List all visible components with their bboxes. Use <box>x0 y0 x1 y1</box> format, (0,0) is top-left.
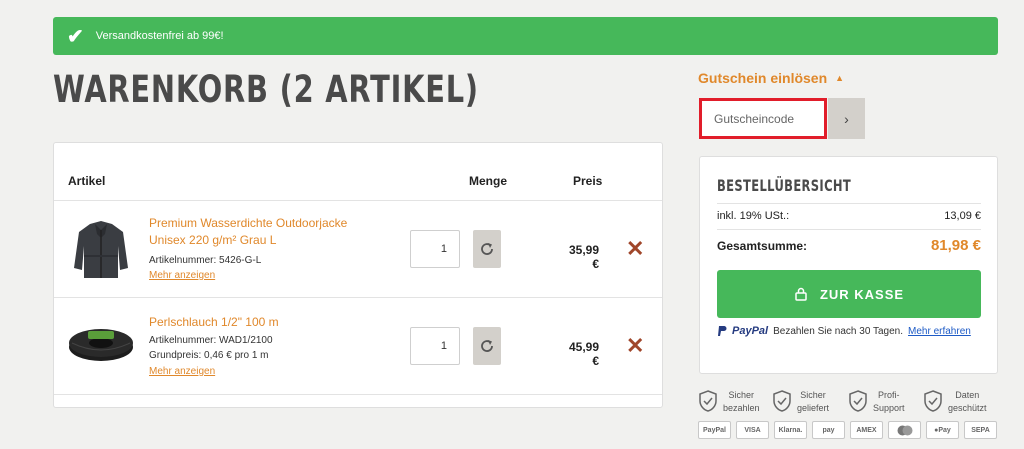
hose-image[interactable] <box>68 313 134 379</box>
payment-methods: PayPal VISA Klarna. pay AMEX ● Pay SEPA <box>698 421 997 439</box>
paypal-more-link[interactable]: Mehr erfahren <box>908 326 971 337</box>
google-pay-payment-icon: pay <box>812 421 845 439</box>
trust-line: Daten <box>955 390 980 400</box>
product-name-link[interactable]: Perlschlauch 1/2" 100 m <box>149 314 364 331</box>
show-more-link[interactable]: Mehr anzeigen <box>149 366 215 377</box>
visa-payment-icon: VISA <box>736 421 769 439</box>
quantity-input[interactable] <box>410 327 460 365</box>
product-sku: Artikelnummer: WAD1/2100 <box>149 335 273 346</box>
header-price: Preis <box>573 174 603 188</box>
coupon-code-input[interactable] <box>699 98 827 139</box>
cart-row: Perlschlauch 1/2" 100 m Artikelnummer: W… <box>54 298 662 395</box>
checkmark-icon: ✔ <box>67 25 84 48</box>
vat-label: inkl. 19% USt.: <box>717 210 790 222</box>
coupon-submit-button[interactable]: › <box>828 98 865 139</box>
header-article: Artikel <box>68 174 106 188</box>
header-quantity: Menge <box>469 174 508 188</box>
shield-check-icon <box>773 390 791 412</box>
total-value: 81,98 € <box>930 237 981 254</box>
refresh-icon <box>481 243 493 255</box>
amex-payment-icon: AMEX <box>850 421 883 439</box>
lock-icon <box>795 287 807 301</box>
apple-pay-payment-icon: ● Pay <box>926 421 959 439</box>
cart-row: Premium Wasserdichte Outdoorjacke Unisex… <box>54 201 662 298</box>
apple-pay-label: Pay <box>938 426 951 434</box>
summary-divider <box>717 229 981 230</box>
chevron-up-icon: ▲ <box>835 73 845 83</box>
shield-check-icon <box>849 390 867 412</box>
product-base-price: Grundpreis: 0,46 € pro 1 m <box>149 350 269 361</box>
sepa-payment-icon: SEPA <box>964 421 997 439</box>
remove-item-icon[interactable]: ✕ <box>626 335 644 357</box>
paypal-payment-icon: PayPal <box>698 421 731 439</box>
trust-line: Sicher <box>728 390 755 400</box>
item-price: 35,99 € <box>568 243 599 271</box>
show-more-link[interactable]: Mehr anzeigen <box>149 270 215 281</box>
remove-item-icon[interactable]: ✕ <box>626 238 644 260</box>
total-label: Gesamtsumme: <box>717 238 808 253</box>
product-name-link[interactable]: Premium Wasserdichte Outdoorjacke Unisex… <box>149 215 364 249</box>
shield-check-icon <box>924 390 942 412</box>
cart-table: Artikel Menge Preis Premium Wasserdichte… <box>53 142 663 408</box>
vat-row: inkl. 19% USt.: 13,09 € <box>717 210 981 222</box>
checkout-label: ZUR KASSE <box>819 286 905 302</box>
refresh-icon <box>481 340 493 352</box>
trust-badge-support: Profi- Support <box>848 389 905 415</box>
trust-badge-secure-payment: Sicher bezahlen <box>698 389 760 415</box>
product-sku: Artikelnummer: 5426-G-L <box>149 255 262 266</box>
refresh-quantity-button[interactable] <box>473 230 501 268</box>
trust-line: Sicher <box>800 390 826 400</box>
paypal-text: Bezahlen Sie nach 30 Tagen. <box>773 325 904 337</box>
jacket-image[interactable] <box>68 216 134 282</box>
shield-check-icon <box>699 390 717 412</box>
trust-line: bezahlen <box>723 403 760 413</box>
page-title: WARENKORB (2 ARTIKEL) <box>53 68 479 111</box>
order-summary: BESTELLÜBERSICHT inkl. 19% USt.: 13,09 €… <box>699 156 998 374</box>
banner-text: Versandkostenfrei ab 99€! <box>95 30 224 42</box>
trust-line: geschützt <box>948 403 987 413</box>
trust-line: geliefert <box>797 403 830 413</box>
trust-line: Profi- <box>878 390 900 400</box>
total-row: Gesamtsumme: 81,98 € <box>717 237 981 254</box>
mastercard-payment-icon <box>888 421 921 439</box>
paypal-logo: PayPal <box>732 325 769 337</box>
coupon-toggle[interactable]: Gutschein einlösen ▲ <box>698 70 844 86</box>
vat-value: 13,09 € <box>944 210 981 222</box>
trust-line: Support <box>873 403 905 413</box>
summary-title: BESTELLÜBERSICHT <box>717 176 852 195</box>
paypal-later-info: PayPal Bezahlen Sie nach 30 Tagen. Mehr … <box>717 325 971 337</box>
free-shipping-banner: ✔ Versandkostenfrei ab 99€! <box>53 17 998 55</box>
trust-badge-secure-delivery: Sicher geliefert <box>772 389 829 415</box>
summary-divider <box>717 203 981 204</box>
refresh-quantity-button[interactable] <box>473 327 501 365</box>
cart-header: Artikel Menge Preis <box>54 143 662 201</box>
coupon-toggle-label: Gutschein einlösen <box>698 70 828 86</box>
klarna-payment-icon: Klarna. <box>774 421 807 439</box>
item-price: 45,99 € <box>568 340 599 368</box>
trust-badge-data-protection: Daten geschützt <box>923 389 987 415</box>
checkout-button[interactable]: ZUR KASSE <box>717 270 981 318</box>
quantity-input[interactable] <box>410 230 460 268</box>
paypal-icon <box>718 326 727 336</box>
